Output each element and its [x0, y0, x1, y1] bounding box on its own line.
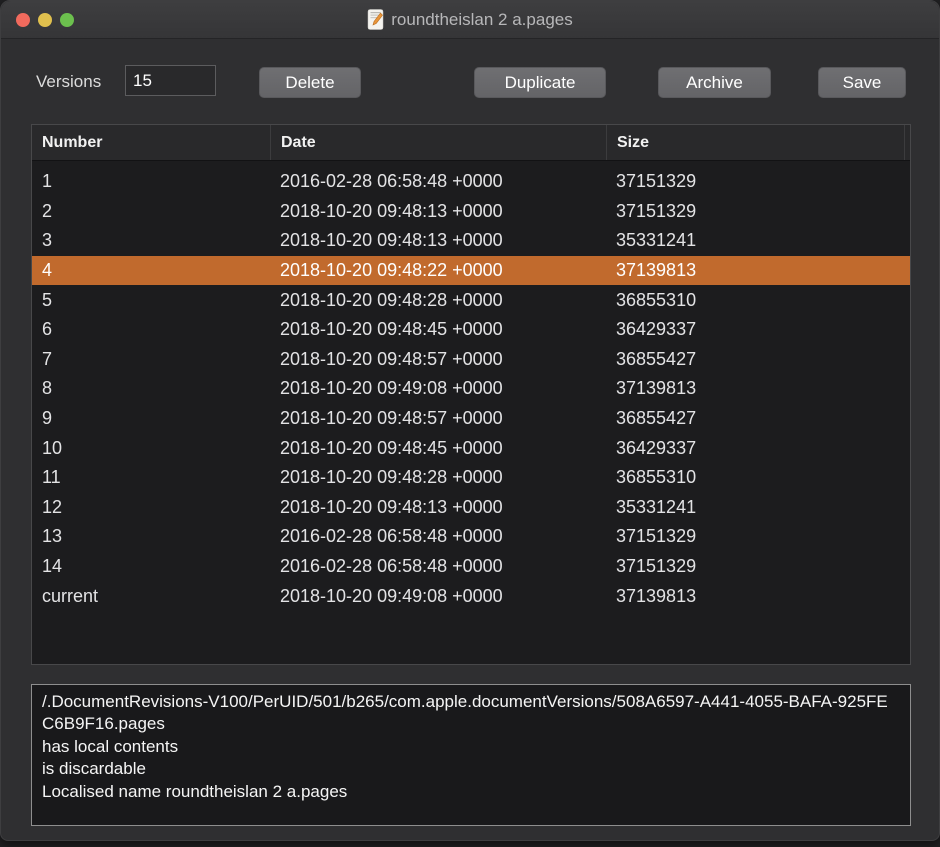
- cell-size: 36855427: [606, 349, 910, 370]
- cell-date: 2018-10-20 09:48:13 +0000: [270, 497, 606, 518]
- cell-date: 2018-10-20 09:48:45 +0000: [270, 319, 606, 340]
- cell-date: 2018-10-20 09:48:57 +0000: [270, 349, 606, 370]
- minimize-button[interactable]: [38, 13, 52, 27]
- table-row[interactable]: 122018-10-20 09:48:13 +000035331241: [32, 493, 910, 523]
- cell-size: 37151329: [606, 171, 910, 192]
- close-button[interactable]: [16, 13, 30, 27]
- cell-date: 2018-10-20 09:48:13 +0000: [270, 201, 606, 222]
- window: roundtheislan 2 a.pages Versions Delete …: [0, 0, 940, 841]
- cell-number: 2: [32, 201, 270, 222]
- cell-number: 5: [32, 290, 270, 311]
- column-header-size[interactable]: Size: [606, 125, 905, 160]
- cell-number: 6: [32, 319, 270, 340]
- table-row[interactable]: 142016-02-28 06:58:48 +000037151329: [32, 552, 910, 582]
- save-button[interactable]: Save: [818, 67, 906, 98]
- cell-size: 35331241: [606, 497, 910, 518]
- cell-date: 2016-02-28 06:58:48 +0000: [270, 526, 606, 547]
- cell-number: 1: [32, 171, 270, 192]
- cell-number: 8: [32, 378, 270, 399]
- traffic-lights: [16, 13, 74, 27]
- cell-size: 36855310: [606, 467, 910, 488]
- table-row[interactable]: 102018-10-20 09:48:45 +000036429337: [32, 433, 910, 463]
- cell-number: 4: [32, 260, 270, 281]
- cell-number: 7: [32, 349, 270, 370]
- table-row[interactable]: 112018-10-20 09:48:28 +000036855310: [32, 463, 910, 493]
- window-title: roundtheislan 2 a.pages: [391, 10, 572, 30]
- versions-label: Versions: [36, 72, 101, 92]
- cell-size: 37151329: [606, 526, 910, 547]
- title-group: roundtheislan 2 a.pages: [367, 9, 572, 30]
- column-header-number[interactable]: Number: [32, 125, 270, 160]
- delete-button[interactable]: Delete: [259, 67, 361, 98]
- cell-size: 36429337: [606, 438, 910, 459]
- versions-table: Number Date Size 12016-02-28 06:58:48 +0…: [31, 124, 911, 665]
- cell-size: 36855427: [606, 408, 910, 429]
- table-row[interactable]: 12016-02-28 06:58:48 +000037151329: [32, 167, 910, 197]
- cell-number: 12: [32, 497, 270, 518]
- table-row[interactable]: 92018-10-20 09:48:57 +000036855427: [32, 404, 910, 434]
- cell-date: 2016-02-28 06:58:48 +0000: [270, 171, 606, 192]
- cell-size: 36855310: [606, 290, 910, 311]
- cell-number: 14: [32, 556, 270, 577]
- version-table-body: 12016-02-28 06:58:48 +00003715132922018-…: [32, 161, 910, 611]
- table-row[interactable]: current2018-10-20 09:49:08 +000037139813: [32, 581, 910, 611]
- cell-date: 2018-10-20 09:48:28 +0000: [270, 290, 606, 311]
- cell-size: 37139813: [606, 586, 910, 607]
- details-local-contents: has local contents: [42, 736, 900, 758]
- titlebar: roundtheislan 2 a.pages: [1, 1, 939, 39]
- zoom-button[interactable]: [60, 13, 74, 27]
- details-textview[interactable]: /.DocumentRevisions-V100/PerUID/501/b265…: [31, 684, 911, 826]
- cell-number: 11: [32, 467, 270, 488]
- table-row[interactable]: 22018-10-20 09:48:13 +000037151329: [32, 197, 910, 227]
- cell-number: current: [32, 586, 270, 607]
- table-row[interactable]: 32018-10-20 09:48:13 +000035331241: [32, 226, 910, 256]
- details-localised-name: Localised name roundtheislan 2 a.pages: [42, 781, 900, 803]
- table-row[interactable]: 82018-10-20 09:49:08 +000037139813: [32, 374, 910, 404]
- column-header-date[interactable]: Date: [270, 125, 606, 160]
- table-row[interactable]: 132016-02-28 06:58:48 +000037151329: [32, 522, 910, 552]
- cell-number: 13: [32, 526, 270, 547]
- cell-number: 10: [32, 438, 270, 459]
- cell-number: 9: [32, 408, 270, 429]
- table-row[interactable]: 52018-10-20 09:48:28 +000036855310: [32, 285, 910, 315]
- table-row[interactable]: 72018-10-20 09:48:57 +000036855427: [32, 345, 910, 375]
- duplicate-button[interactable]: Duplicate: [474, 67, 606, 98]
- table-row[interactable]: 62018-10-20 09:48:45 +000036429337: [32, 315, 910, 345]
- cell-size: 37139813: [606, 378, 910, 399]
- cell-date: 2018-10-20 09:49:08 +0000: [270, 378, 606, 399]
- cell-date: 2018-10-20 09:49:08 +0000: [270, 586, 606, 607]
- cell-date: 2016-02-28 06:58:48 +0000: [270, 556, 606, 577]
- cell-number: 3: [32, 230, 270, 251]
- archive-button[interactable]: Archive: [658, 67, 771, 98]
- details-path: /.DocumentRevisions-V100/PerUID/501/b265…: [42, 691, 900, 736]
- versions-input[interactable]: [125, 65, 216, 96]
- cell-date: 2018-10-20 09:48:45 +0000: [270, 438, 606, 459]
- pages-document-icon: [367, 9, 384, 30]
- table-row[interactable]: 42018-10-20 09:48:22 +000037139813: [32, 256, 910, 286]
- cell-date: 2018-10-20 09:48:57 +0000: [270, 408, 606, 429]
- cell-size: 35331241: [606, 230, 910, 251]
- cell-date: 2018-10-20 09:48:28 +0000: [270, 467, 606, 488]
- cell-date: 2018-10-20 09:48:22 +0000: [270, 260, 606, 281]
- cell-size: 37151329: [606, 201, 910, 222]
- cell-size: 37139813: [606, 260, 910, 281]
- cell-date: 2018-10-20 09:48:13 +0000: [270, 230, 606, 251]
- cell-size: 37151329: [606, 556, 910, 577]
- details-discardable: is discardable: [42, 758, 900, 780]
- table-header: Number Date Size: [32, 125, 910, 161]
- cell-size: 36429337: [606, 319, 910, 340]
